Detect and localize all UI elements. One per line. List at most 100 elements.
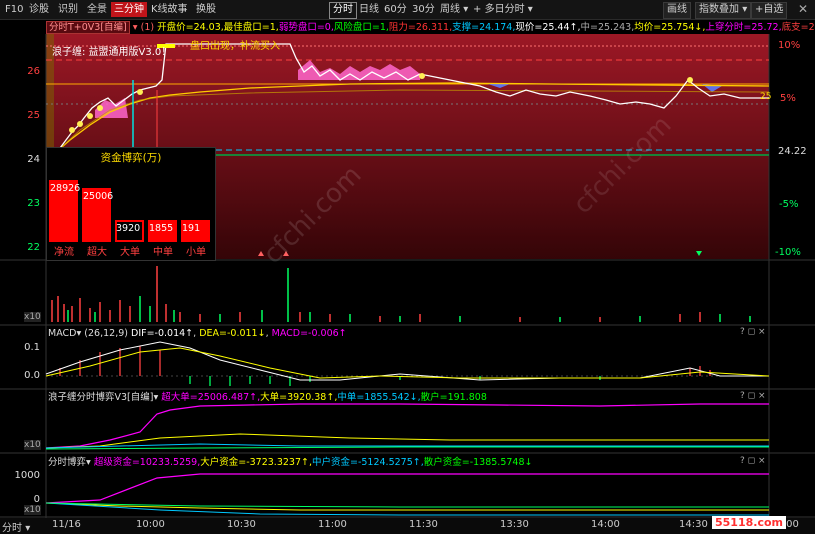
plus-icon: + [473,4,482,15]
period-tab-intraday[interactable]: 分时 [329,2,357,19]
boyi-value-2: 中单=1855.542↓, [337,392,421,403]
chevron-down-icon[interactable]: ▾ [86,457,91,468]
macd-value: MACD=-0.006↑ [271,328,347,339]
toolbar-switch-stock-button[interactable]: 换股 [193,2,219,17]
multi-day-intraday-button[interactable]: + 多日分时 ▾ [470,2,536,17]
toolbar-kline-story-button[interactable]: K线故事 [148,2,191,17]
boyi-header: 浪子缠分时博弈V3[自编]▾ 超大单=25006.487↑,大单=3920.38… [48,391,487,404]
macd-selector[interactable]: MACD [48,328,76,339]
dif-line [45,341,769,381]
macd-histogram [59,346,711,386]
fenshi-tick-1000: 1000 [14,470,40,481]
boyi-panel-controls[interactable]: ? ◻ × [740,391,766,401]
time-tick-1330: 13:30 [500,519,529,530]
price-tick-25: 25 [27,110,40,121]
add-watchlist-label: 自选 [763,4,784,15]
chevron-down-icon[interactable]: ▾ [153,392,158,403]
time-tick-1030: 10:30 [227,519,256,530]
price-tick-26: 26 [27,66,40,77]
pct-tick-neg5: -5% [779,199,799,210]
indicator-param: (1) [140,22,155,33]
time-tick-date: 11/16 [52,519,81,530]
main-indicator-value-0: 开盘价=24.03, [157,22,224,33]
toolbar-diagnose-button[interactable]: 诊股 [26,2,52,17]
fenshi-tick-0: 0 [33,494,40,505]
boyi-value-3: 散户=191.808 [420,392,487,403]
macd-header: MACD▾ (26,12,9) DIF=-0.014↑, DEA=-0.011↓… [48,328,347,339]
fenshi-panel-controls[interactable]: ? ◻ × [740,456,766,466]
fund-bar-value-0: 28926 [50,183,81,194]
overlay-title: 浪子缠: 益盟通用版V3.0！ [52,47,172,58]
main-indicator-value-1: 最佳盘口=1, [223,22,279,33]
period-tab-30min[interactable]: 30分 [409,2,438,17]
toolbar-recognize-button[interactable]: 识别 [55,2,81,17]
boyi-values: 超大单=25006.487↑,大单=3920.38↑,中单=1855.542↓,… [161,392,487,403]
price-tag-right: 24.22 [778,146,807,157]
fund-bar-value-1: 25006 [83,191,114,203]
period-tab-60min[interactable]: 60分 [381,2,410,17]
period-tab-daily[interactable]: 日线 [356,2,382,17]
toolbar-f10-button[interactable]: F10 [2,2,26,17]
main-indicator-value-4: 阻力=26.311, [388,22,453,33]
fund-bar-label-3: 中单 [153,247,173,258]
toolbar-three-minute-button[interactable]: 三分钟 [111,2,147,17]
main-indicator-value-6: 现价=25.44↑, [515,22,581,33]
main-indicator-value-3: 风险盘口=1, [333,22,389,33]
fenshi-value-2: 中户资金=-5124.5275↑, [311,457,424,468]
boyi-selector[interactable]: 浪子缠分时博弈V3[自编] [48,392,153,403]
time-axis-mode[interactable]: 分时 ▾ [2,519,30,534]
macd-tick-0.1: 0.1 [24,342,40,353]
volume-scale: x10 [24,312,41,322]
macd-dif: DIF=-0.014↑ [131,328,194,339]
fenshi-header: 分时博弈▾ 超级资金=10233.5259,大户资金=-3723.3237↑,中… [48,456,532,469]
pct-tick-neg10: -10% [775,247,801,258]
fenshi-selector[interactable]: 分时博弈 [48,457,86,468]
multi-day-label: 多日分时 [484,4,525,15]
volume-bars [51,266,751,322]
index-overlay-button[interactable]: 指数叠加 ▾ [695,2,752,19]
chevron-down-icon[interactable]: ▾ [76,328,81,339]
macd-tick-0: 0.0 [24,370,40,381]
main-indicator-value-7: 中=25.243, [580,22,635,33]
main-indicator-header: 分时T+0V3[自编] ▾ (1) 开盘价=24.03,最佳盘口=1,弱势盘口=… [46,21,815,34]
fenshi-value-1: 大户资金=-3723.3237↑, [200,457,312,468]
fund-bar-value-3: 1855 [149,223,174,234]
time-tick-1100: 11:00 [318,519,347,530]
site-logo: 55118.com [712,516,786,529]
boyi-value-0: 超大单=25006.487↑, [161,392,261,403]
fenshi-value-3: 散户资金=-1385.5748↓ [423,457,533,468]
period-tab-weekly-label: 周线 [440,4,460,15]
fund-bar-label-0: 净流 [54,247,74,258]
top-toolbar: F10 诊股 识别 全景 三分钟 K线故事 换股 分时 日线 60分 30分 周… [0,0,815,20]
boyi-value-1: 大单=3920.38↑, [260,392,338,403]
time-tick-1000: 10:00 [136,519,165,530]
price-tick-24: 24 [27,154,40,165]
draw-line-button[interactable]: 画线 [663,2,691,19]
main-indicator-value-9: 上穿分时=25.72, [705,22,782,33]
fund-box-title: 资金博弈(万) [100,152,162,164]
macd-dea: DEA=-0.011↓ [199,328,266,339]
macd-param: (26,12,9) [84,328,128,339]
indicator-selector[interactable]: 分时T+0V3[自编] [46,21,130,34]
pct-tick-5: 5% [780,93,796,104]
toolbar-panorama-button[interactable]: 全景 [84,2,110,17]
time-tick-1130: 11:30 [409,519,438,530]
time-tick-1430: 14:30 [679,519,708,530]
super-large-line [45,403,769,449]
close-icon[interactable]: ✕ [795,2,811,17]
fund-bar-value-2: 3920 [116,223,141,234]
retail-order-line [45,446,769,450]
fund-battle-box: 资金博弈(万) 28926 净流 25006 超大 3920 大单 1855 中单 191 小单 [46,147,216,261]
intraday-chart[interactable] [0,20,815,520]
chevron-down-icon: ▾ [463,4,469,15]
macd-panel-controls[interactable]: ? ◻ × [740,327,766,337]
period-tab-weekly[interactable]: 周线 ▾ [437,2,471,17]
chevron-down-icon[interactable]: ▾ [133,22,138,33]
pct-tick-10: 10% [778,40,801,51]
chevron-down-icon: ▾ [742,4,748,15]
index-overlay-label: 指数叠加 [699,4,739,15]
add-watchlist-button[interactable]: +自选 [751,2,788,19]
fund-bar-label-4: 小单 [186,247,206,258]
fund-bar-value-4: 191 [182,223,201,234]
close-price-label: 25 [760,92,772,102]
